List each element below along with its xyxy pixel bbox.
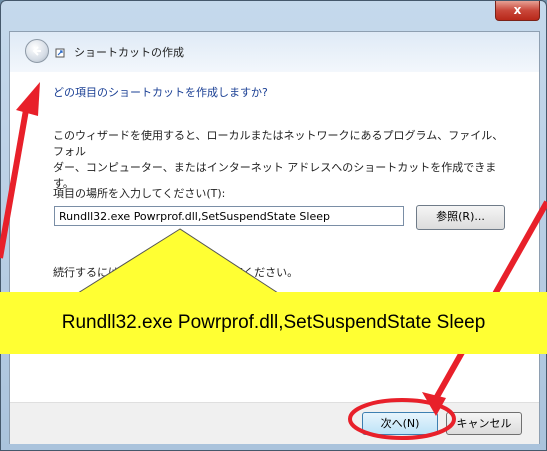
callout-text: Rundll32.exe Powrprof.dll,SetSuspendStat… — [61, 312, 486, 333]
arrow-upper-left — [0, 109, 29, 259]
arrow-upper-left-head — [16, 82, 40, 116]
callout-pointer — [76, 228, 280, 294]
callout-box: Rundll32.exe Powrprof.dll,SetSuspendStat… — [0, 292, 547, 354]
next-button-highlight — [348, 398, 456, 440]
annotation-overlay — [0, 82, 547, 440]
